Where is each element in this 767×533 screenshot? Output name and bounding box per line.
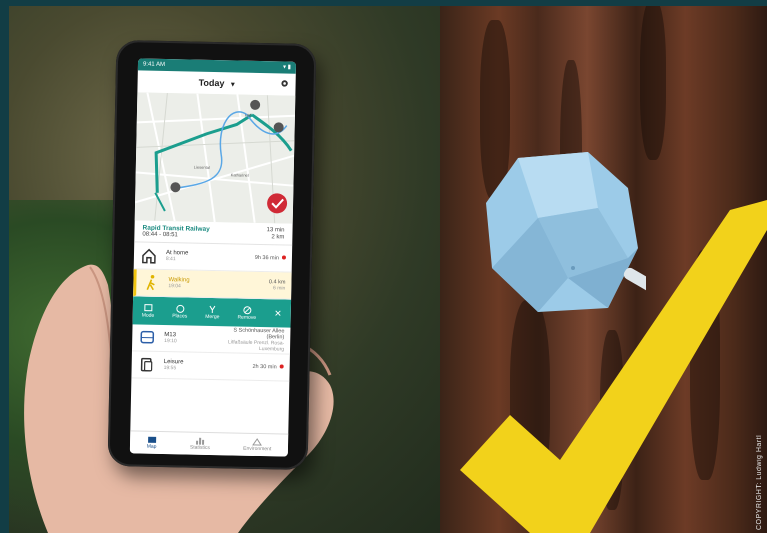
nav-statistics[interactable]: Statistics <box>190 437 210 451</box>
bar-chart-icon <box>195 437 205 445</box>
status-icons: ▾ ▮ <box>282 64 292 71</box>
bottom-nav: Map Statistics Environment <box>129 430 289 457</box>
phone-screen: 9:41 AM ▾ ▮ Today ▾ Liesental Hbf Kathar… <box>129 58 297 457</box>
nav-map-label: Map <box>146 443 157 450</box>
timeline-item-active[interactable]: Walking 19:04 0.4 km 6 min <box>133 269 292 300</box>
nav-environment[interactable]: Environment <box>243 438 272 453</box>
timeline-time: 19:10 <box>164 338 177 345</box>
timeline-stop-sub: Litfaßsäule Prenzl. Rosa-Luxemburg <box>227 339 285 353</box>
merge-button[interactable]: Merge <box>205 304 220 320</box>
map-icon <box>147 436 156 443</box>
route-distance: 2 km <box>271 234 285 241</box>
nav-environment-label: Environment <box>243 445 272 453</box>
timeline-duration: 9h 36 min <box>254 254 280 262</box>
smartphone: 9:41 AM ▾ ▮ Today ▾ Liesental Hbf Kathar… <box>107 39 317 471</box>
mode-icon <box>144 303 153 311</box>
remove-button[interactable]: Remove <box>237 305 256 320</box>
date-selector[interactable]: Today ▾ <box>199 78 235 89</box>
timeline-duration: 2h 30 min <box>252 363 277 371</box>
map-label: Katharinel <box>231 172 249 177</box>
leisure-icon <box>140 357 153 372</box>
mode-label: Mode <box>141 312 155 319</box>
nav-map[interactable]: Map <box>147 436 157 450</box>
status-dot <box>281 255 287 260</box>
photo-scene: 9:41 AM ▾ ▮ Today ▾ Liesental Hbf Kathar… <box>0 0 767 533</box>
bus-icon <box>140 330 155 344</box>
timeline-duration: 6 min <box>273 285 286 292</box>
places-label: Places <box>172 312 188 319</box>
photo-credit: COPYRIGHT: Ludwig Hartl <box>756 434 763 530</box>
page-title: Today <box>198 77 225 89</box>
status-dot <box>279 364 284 369</box>
timeline-time: 19:55 <box>163 365 177 372</box>
route-times: 08:44 - 08:51 <box>142 231 178 239</box>
merge-icon <box>209 305 216 313</box>
merge-label: Merge <box>205 313 220 320</box>
timeline-item[interactable]: At home 8:41 9h 36 min <box>133 242 293 273</box>
status-time: 9:41 AM <box>142 61 166 68</box>
close-icon[interactable]: ✕ <box>274 308 282 319</box>
yellow-checkmark <box>460 200 767 533</box>
timeline-time: 8:41 <box>165 256 176 263</box>
frame-border-top <box>0 0 767 6</box>
timeline-time: 19:04 <box>168 283 181 290</box>
environment-icon <box>252 438 263 446</box>
walk-icon <box>146 274 155 291</box>
map-canvas: Liesental Hbf Katharinel <box>134 92 296 224</box>
places-icon <box>175 304 184 313</box>
timeline-item[interactable]: Leisure 19:55 2h 30 min <box>131 351 290 382</box>
timeline-item[interactable]: M13 19:10 S Schönhauser Allee (Berlin) Lit… <box>131 324 291 355</box>
remove-icon <box>242 305 251 314</box>
remove-label: Remove <box>237 314 257 321</box>
route-map[interactable]: Liesental Hbf Katharinel <box>134 92 296 224</box>
map-label: Hbf <box>245 113 252 118</box>
nav-statistics-label: Statistics <box>189 444 210 451</box>
mode-button[interactable]: Mode <box>142 303 155 318</box>
places-button[interactable]: Places <box>172 304 187 319</box>
frame-border-left <box>0 0 9 533</box>
chevron-down-icon: ▾ <box>230 81 235 89</box>
home-icon <box>142 248 156 264</box>
action-bar: Mode Places Merge Remove ✕ <box>132 296 292 328</box>
map-label: Liesental <box>194 165 210 170</box>
gear-icon[interactable] <box>280 78 290 88</box>
